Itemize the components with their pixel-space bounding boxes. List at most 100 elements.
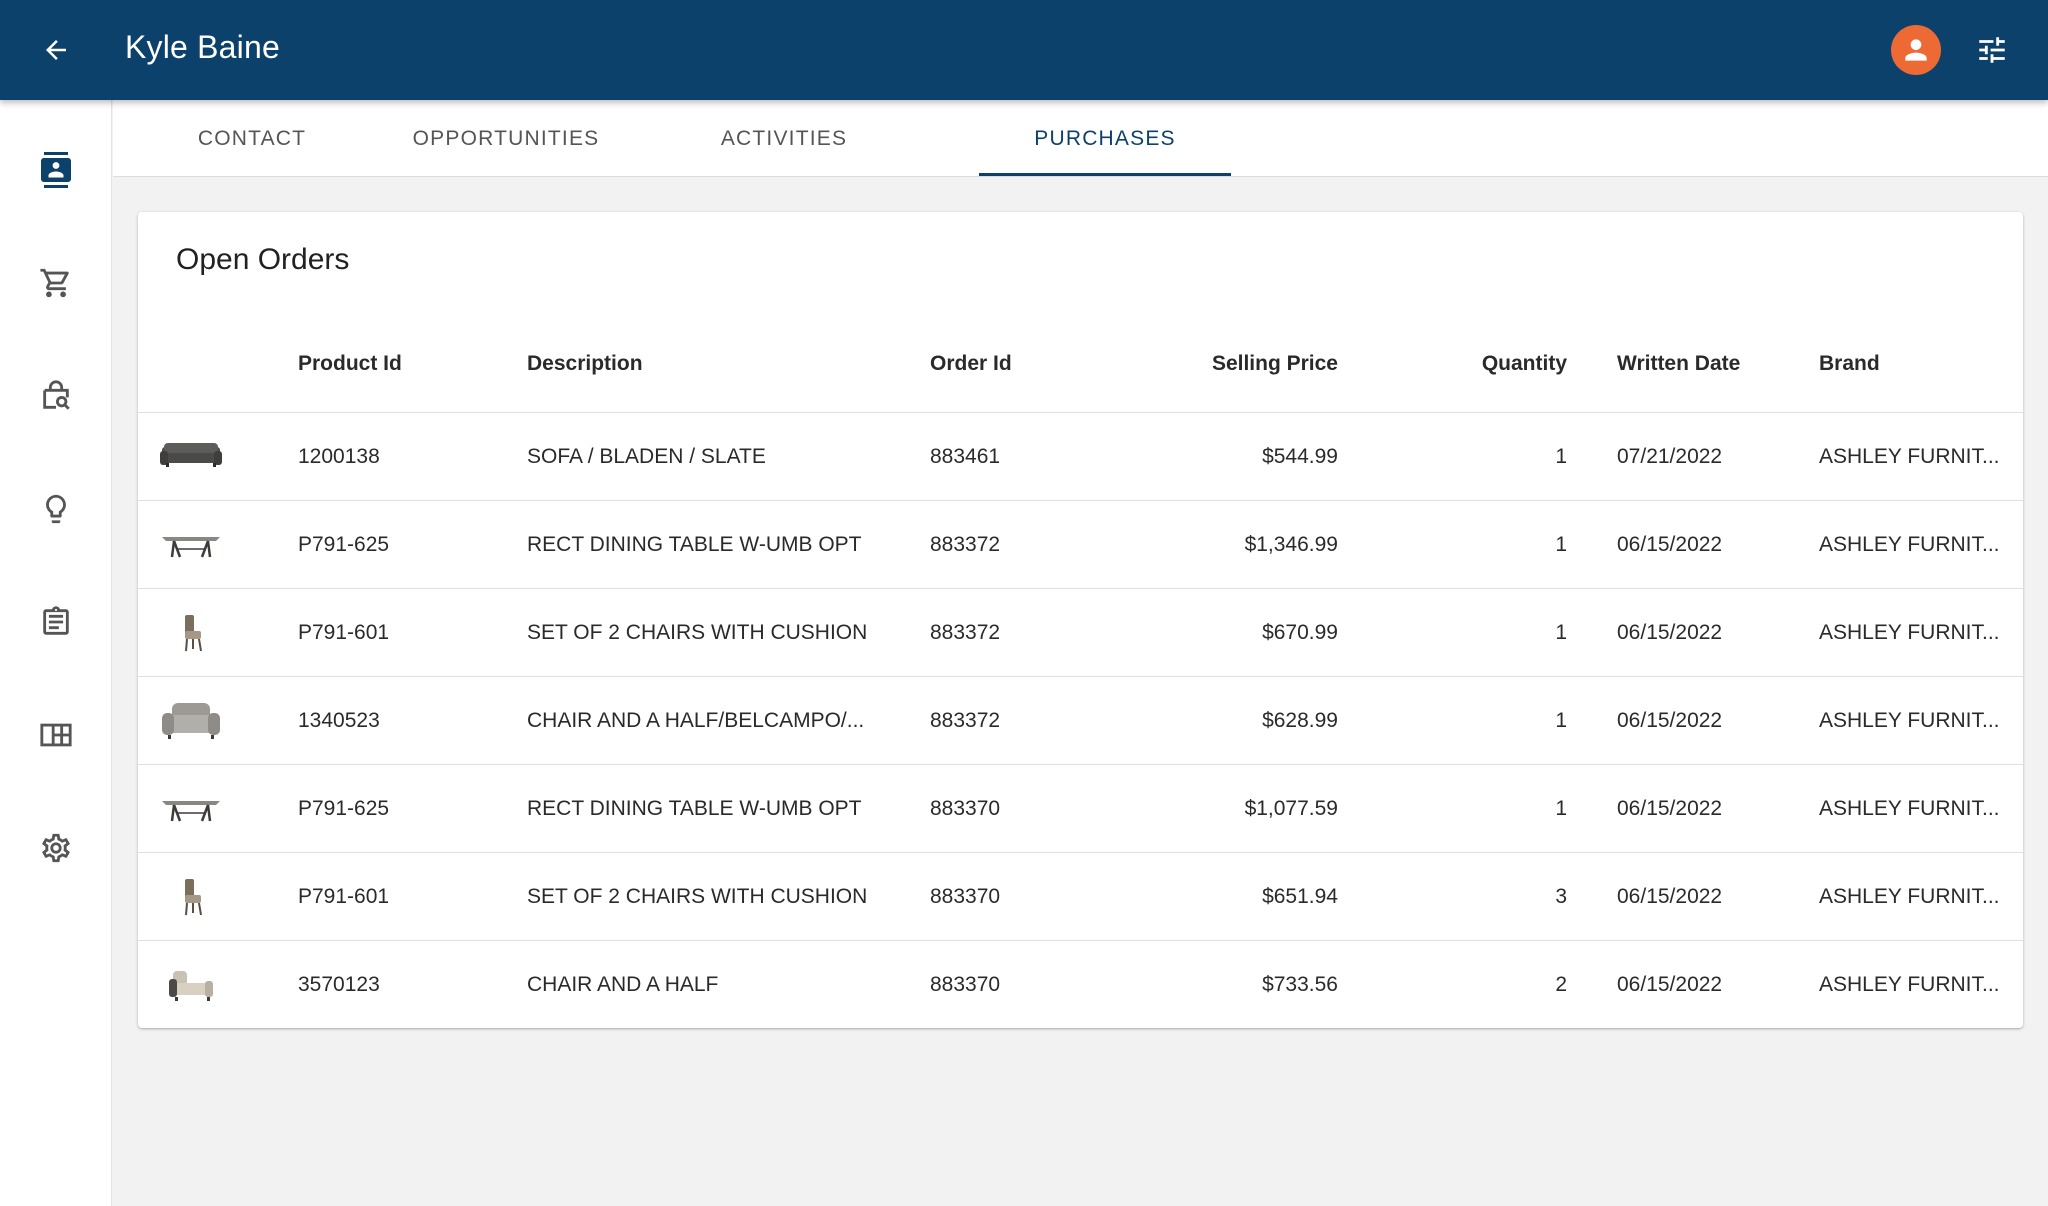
brand-cell: ASHLEY FURNIT... bbox=[1819, 797, 2000, 820]
dining-table-image bbox=[160, 515, 222, 575]
tab-contact[interactable]: CONTACT bbox=[173, 100, 331, 177]
tab-opportunities[interactable]: OPPORTUNITIES bbox=[373, 100, 639, 177]
column-header-written-date[interactable]: Written Date bbox=[1617, 352, 1740, 382]
description-cell: SET OF 2 CHAIRS WITH CUSHION bbox=[527, 621, 868, 644]
quantity-cell: 1 bbox=[1555, 445, 1567, 468]
sidebar-nav bbox=[0, 100, 112, 1206]
selling-price-cell: $651.94 bbox=[1262, 885, 1338, 908]
quantity-cell: 1 bbox=[1555, 533, 1567, 556]
shopping-bag-search-icon bbox=[43, 380, 70, 410]
table-row[interactable]: P791-625 RECT DINING TABLE W-UMB OPT 883… bbox=[138, 501, 2023, 589]
description-cell: CHAIR AND A HALF/BELCAMPO/... bbox=[527, 709, 865, 732]
sofa-image bbox=[160, 427, 222, 487]
written-date-cell: 06/15/2022 bbox=[1617, 533, 1723, 556]
order-id-cell: 883370 bbox=[930, 797, 1001, 820]
written-date-cell: 07/21/2022 bbox=[1617, 445, 1723, 468]
sidebar-item-cart[interactable] bbox=[28, 255, 84, 311]
tune-icon bbox=[1979, 37, 2005, 63]
table-row[interactable]: P791-601 SET OF 2 CHAIRS WITH CUSHION 88… bbox=[138, 589, 2023, 677]
column-header-description[interactable]: Description bbox=[527, 352, 643, 382]
order-id-cell: 883372 bbox=[930, 621, 1001, 644]
table-grid-icon bbox=[40, 723, 72, 747]
description-cell: CHAIR AND A HALF bbox=[527, 973, 719, 996]
clipboard-icon bbox=[43, 606, 69, 635]
product-id-cell: P791-601 bbox=[298, 885, 390, 908]
written-date-cell: 06/15/2022 bbox=[1617, 709, 1723, 732]
tab-activities[interactable]: ACTIVITIES bbox=[681, 100, 887, 177]
selling-price-cell: $628.99 bbox=[1262, 709, 1338, 732]
order-id-cell: 883370 bbox=[930, 973, 1001, 996]
description-cell: SOFA / BLADEN / SLATE bbox=[527, 445, 766, 468]
lightbulb-icon bbox=[46, 494, 66, 524]
column-header-selling-price[interactable]: Selling Price bbox=[1138, 352, 1338, 382]
brand-cell: ASHLEY FURNIT... bbox=[1819, 621, 2000, 644]
selling-price-cell: $544.99 bbox=[1262, 445, 1338, 468]
account-icon bbox=[1905, 39, 1927, 61]
contact-card-icon bbox=[41, 152, 71, 188]
order-id-cell: 883461 bbox=[930, 445, 1001, 468]
written-date-cell: 06/15/2022 bbox=[1617, 885, 1723, 908]
back-button[interactable] bbox=[32, 26, 80, 74]
written-date-cell: 06/15/2022 bbox=[1617, 797, 1723, 820]
sidebar-item-settings[interactable] bbox=[28, 820, 84, 876]
account-button[interactable] bbox=[1891, 25, 1941, 75]
written-date-cell: 06/15/2022 bbox=[1617, 621, 1723, 644]
selling-price-cell: $670.99 bbox=[1262, 621, 1338, 644]
arrow-back-icon bbox=[46, 40, 66, 60]
table-row[interactable]: 1340523 CHAIR AND A HALF/BELCAMPO/... 88… bbox=[138, 677, 2023, 765]
table-row[interactable]: P791-625 RECT DINING TABLE W-UMB OPT 883… bbox=[138, 765, 2023, 853]
order-id-cell: 883370 bbox=[930, 885, 1001, 908]
description-cell: RECT DINING TABLE W-UMB OPT bbox=[527, 797, 862, 820]
cart-icon bbox=[40, 268, 69, 298]
selling-price-cell: $1,077.59 bbox=[1244, 797, 1338, 820]
chairs-image bbox=[160, 603, 222, 663]
quantity-cell: 3 bbox=[1555, 885, 1567, 908]
table-row[interactable]: 1200138 SOFA / BLADEN / SLATE 883461 $54… bbox=[138, 413, 2023, 501]
column-header-quantity[interactable]: Quantity bbox=[1448, 352, 1567, 382]
page-title: Kyle Baine bbox=[125, 29, 280, 65]
open-orders-card: Open Orders Product Id Description Order… bbox=[138, 212, 2023, 1028]
column-header-product-id[interactable]: Product Id bbox=[298, 352, 402, 382]
tab-purchases[interactable]: PURCHASES bbox=[979, 100, 1231, 177]
brand-cell: ASHLEY FURNIT... bbox=[1819, 885, 2000, 908]
brand-cell: ASHLEY FURNIT... bbox=[1819, 709, 2000, 732]
app-bar: Kyle Baine bbox=[0, 0, 2048, 100]
sidebar-item-ideas[interactable] bbox=[28, 481, 84, 537]
active-tab-indicator bbox=[979, 173, 1231, 176]
chairs-image bbox=[160, 867, 222, 927]
brand-cell: ASHLEY FURNIT... bbox=[1819, 973, 2000, 996]
quantity-cell: 2 bbox=[1555, 973, 1567, 996]
armchair-image bbox=[160, 691, 222, 751]
sidebar-item-shopping-search[interactable] bbox=[28, 368, 84, 424]
tab-bar: CONTACT OPPORTUNITIES ACTIVITIES PURCHAS… bbox=[113, 100, 2048, 177]
sidebar-item-tasks[interactable] bbox=[28, 594, 84, 650]
column-header-brand[interactable]: Brand bbox=[1819, 352, 1880, 382]
gear-icon bbox=[42, 833, 70, 863]
product-id-cell: P791-625 bbox=[298, 797, 390, 820]
description-cell: SET OF 2 CHAIRS WITH CUSHION bbox=[527, 885, 868, 908]
brand-cell: ASHLEY FURNIT... bbox=[1819, 445, 2000, 468]
order-id-cell: 883372 bbox=[930, 709, 1001, 732]
selling-price-cell: $1,346.99 bbox=[1244, 533, 1338, 556]
product-id-cell: P791-625 bbox=[298, 533, 390, 556]
product-id-cell: 1200138 bbox=[298, 445, 380, 468]
product-id-cell: 1340523 bbox=[298, 709, 380, 732]
dining-table-image bbox=[160, 779, 222, 839]
quantity-cell: 1 bbox=[1555, 797, 1567, 820]
quantity-cell: 1 bbox=[1555, 621, 1567, 644]
chaise-chair-image bbox=[160, 955, 222, 1015]
table-row[interactable]: 3570123 CHAIR AND A HALF 883370 $733.56 … bbox=[138, 941, 2023, 1028]
sidebar-item-contacts[interactable] bbox=[28, 142, 84, 198]
product-id-cell: P791-601 bbox=[298, 621, 390, 644]
product-id-cell: 3570123 bbox=[298, 973, 380, 996]
card-title: Open Orders bbox=[176, 243, 350, 276]
sidebar-item-grid[interactable] bbox=[28, 707, 84, 763]
selling-price-cell: $733.56 bbox=[1262, 973, 1338, 996]
filter-settings-button[interactable] bbox=[1968, 26, 2016, 74]
column-header-order-id[interactable]: Order Id bbox=[930, 352, 1012, 382]
table-row[interactable]: P791-601 SET OF 2 CHAIRS WITH CUSHION 88… bbox=[138, 853, 2023, 941]
quantity-cell: 1 bbox=[1555, 709, 1567, 732]
order-id-cell: 883372 bbox=[930, 533, 1001, 556]
description-cell: RECT DINING TABLE W-UMB OPT bbox=[527, 533, 862, 556]
brand-cell: ASHLEY FURNIT... bbox=[1819, 533, 2000, 556]
